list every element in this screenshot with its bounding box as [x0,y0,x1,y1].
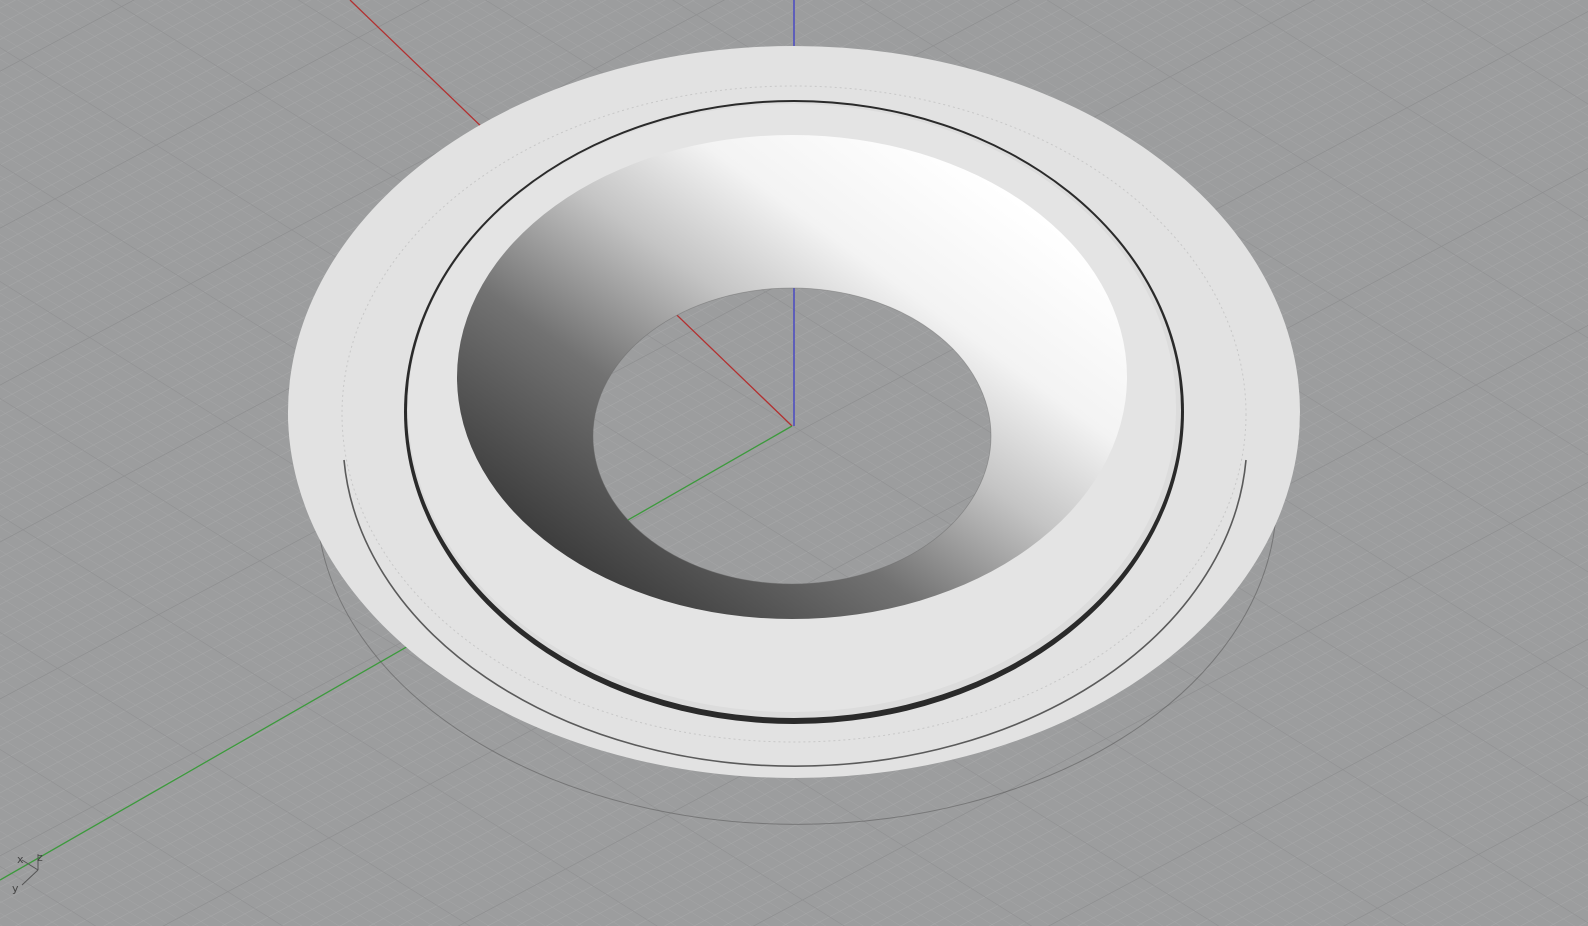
axis-triad-y-label: y [12,882,19,895]
viewport-canvas[interactable]: x z y [0,0,1588,926]
3d-viewport[interactable]: x z y [0,0,1588,926]
axis-triad-z-label: z [37,851,43,864]
axis-triad-x-label: x [17,853,24,866]
